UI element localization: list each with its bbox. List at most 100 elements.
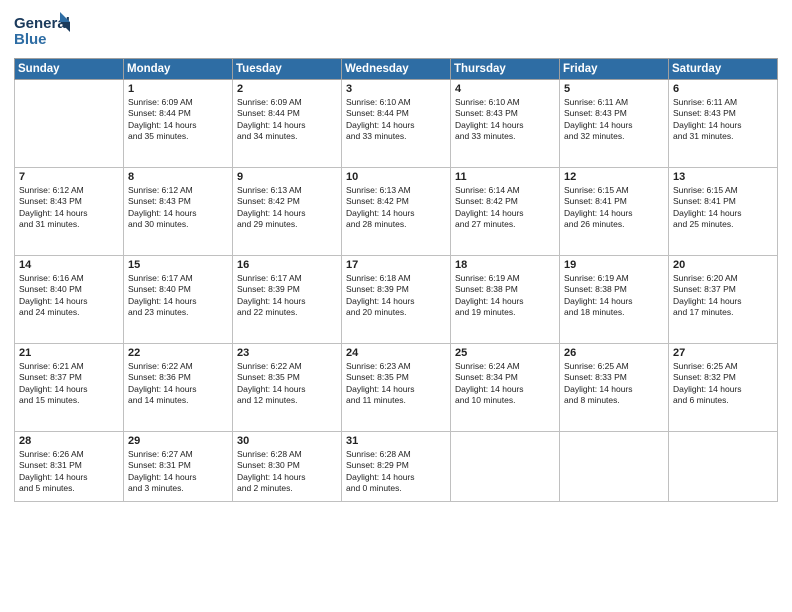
day-number: 22	[128, 347, 228, 359]
day-cell: 23Sunrise: 6:22 AMSunset: 8:35 PMDayligh…	[233, 344, 342, 432]
day-info: Sunrise: 6:13 AMSunset: 8:42 PMDaylight:…	[346, 185, 446, 231]
day-info: Sunrise: 6:13 AMSunset: 8:42 PMDaylight:…	[237, 185, 337, 231]
day-info: Sunrise: 6:21 AMSunset: 8:37 PMDaylight:…	[19, 361, 119, 407]
day-cell	[560, 432, 669, 502]
day-cell: 14 Sunrise: 6:16 AMSunset: 8:40 PMDayligh…	[15, 256, 124, 344]
logo: GeneralBlue	[14, 10, 74, 50]
day-info: Sunrise: 6:18 AMSunset: 8:39 PMDaylight:…	[346, 273, 446, 319]
day-number: 8	[128, 171, 228, 183]
svg-text:Blue: Blue	[14, 31, 47, 48]
day-cell: 17 Sunrise: 6:18 AMSunset: 8:39 PMDayligh…	[342, 256, 451, 344]
day-info: Sunrise: 6:28 AMSunset: 8:30 PMDaylight:…	[237, 449, 337, 495]
day-number: 29	[128, 435, 228, 447]
day-info: Sunrise: 6:20 AMSunset: 8:37 PMDaylight:…	[673, 273, 773, 319]
day-cell: 13 Sunrise: 6:15 AMSunset: 8:41 PMDayligh…	[669, 168, 778, 256]
calendar-page: GeneralBlue SundayMondayTuesdayWednesday…	[0, 0, 792, 612]
header: GeneralBlue	[14, 10, 778, 50]
day-info: Sunrise: 6:25 AMSunset: 8:33 PMDaylight:…	[564, 361, 664, 407]
day-number: 16	[237, 259, 337, 271]
day-info: Sunrise: 6:23 AMSunset: 8:35 PMDaylight:…	[346, 361, 446, 407]
day-number: 7	[19, 171, 119, 183]
day-info: Sunrise: 6:19 AMSunset: 8:38 PMDaylight:…	[455, 273, 555, 319]
day-number: 18	[455, 259, 555, 271]
day-cell: 19 Sunrise: 6:19 AMSunset: 8:38 PMDayligh…	[560, 256, 669, 344]
day-info: Sunrise: 6:27 AMSunset: 8:31 PMDaylight:…	[128, 449, 228, 495]
weekday-header-sunday: Sunday	[15, 59, 124, 80]
day-number: 28	[19, 435, 119, 447]
day-number: 1	[128, 83, 228, 95]
day-cell: 31 Sunrise: 6:28 AMSunset: 8:29 PMDayligh…	[342, 432, 451, 502]
logo-svg: GeneralBlue	[14, 10, 74, 50]
day-cell	[15, 80, 124, 168]
day-cell: 29 Sunrise: 6:27 AMSunset: 8:31 PMDayligh…	[124, 432, 233, 502]
day-cell: 28 Sunrise: 6:26 AMSunset: 8:31 PMDayligh…	[15, 432, 124, 502]
day-cell: 30 Sunrise: 6:28 AMSunset: 8:30 PMDayligh…	[233, 432, 342, 502]
weekday-header-row: SundayMondayTuesdayWednesdayThursdayFrid…	[15, 59, 778, 80]
day-number: 24	[346, 347, 446, 359]
day-info: Sunrise: 6:15 AMSunset: 8:41 PMDaylight:…	[673, 185, 773, 231]
day-info: Sunrise: 6:14 AMSunset: 8:42 PMDaylight:…	[455, 185, 555, 231]
weekday-header-tuesday: Tuesday	[233, 59, 342, 80]
day-cell: 6Sunrise: 6:11 AMSunset: 8:43 PMDaylight…	[669, 80, 778, 168]
day-cell: 9 Sunrise: 6:13 AMSunset: 8:42 PMDaylight…	[233, 168, 342, 256]
day-cell: 11Sunrise: 6:14 AMSunset: 8:42 PMDayligh…	[451, 168, 560, 256]
day-cell: 20 Sunrise: 6:20 AMSunset: 8:37 PMDayligh…	[669, 256, 778, 344]
day-number: 3	[346, 83, 446, 95]
day-cell: 27 Sunrise: 6:25 AMSunset: 8:32 PMDayligh…	[669, 344, 778, 432]
day-info: Sunrise: 6:19 AMSunset: 8:38 PMDaylight:…	[564, 273, 664, 319]
day-number: 14	[19, 259, 119, 271]
day-number: 12	[564, 171, 664, 183]
weekday-header-thursday: Thursday	[451, 59, 560, 80]
day-cell: 16 Sunrise: 6:17 AMSunset: 8:39 PMDayligh…	[233, 256, 342, 344]
day-info: Sunrise: 6:24 AMSunset: 8:34 PMDaylight:…	[455, 361, 555, 407]
week-row-5: 28 Sunrise: 6:26 AMSunset: 8:31 PMDayligh…	[15, 432, 778, 502]
day-info: Sunrise: 6:17 AMSunset: 8:40 PMDaylight:…	[128, 273, 228, 319]
weekday-header-monday: Monday	[124, 59, 233, 80]
day-info: Sunrise: 6:09 AMSunset: 8:44 PMDaylight:…	[237, 97, 337, 143]
day-cell: 26 Sunrise: 6:25 AMSunset: 8:33 PMDayligh…	[560, 344, 669, 432]
day-cell: 8 Sunrise: 6:12 AMSunset: 8:43 PMDaylight…	[124, 168, 233, 256]
day-cell: 25 Sunrise: 6:24 AMSunset: 8:34 PMDayligh…	[451, 344, 560, 432]
day-number: 10	[346, 171, 446, 183]
day-info: Sunrise: 6:11 AMSunset: 8:43 PMDaylight:…	[564, 97, 664, 143]
day-number: 25	[455, 347, 555, 359]
day-number: 4	[455, 83, 555, 95]
day-info: Sunrise: 6:17 AMSunset: 8:39 PMDaylight:…	[237, 273, 337, 319]
day-number: 20	[673, 259, 773, 271]
week-row-3: 14 Sunrise: 6:16 AMSunset: 8:40 PMDayligh…	[15, 256, 778, 344]
day-cell: 3 Sunrise: 6:10 AMSunset: 8:44 PMDaylight…	[342, 80, 451, 168]
day-info: Sunrise: 6:26 AMSunset: 8:31 PMDaylight:…	[19, 449, 119, 495]
day-number: 2	[237, 83, 337, 95]
day-number: 9	[237, 171, 337, 183]
day-number: 17	[346, 259, 446, 271]
day-cell: 24 Sunrise: 6:23 AMSunset: 8:35 PMDayligh…	[342, 344, 451, 432]
day-number: 19	[564, 259, 664, 271]
week-row-1: 1 Sunrise: 6:09 AMSunset: 8:44 PMDaylight…	[15, 80, 778, 168]
day-number: 15	[128, 259, 228, 271]
day-cell: 22 Sunrise: 6:22 AMSunset: 8:36 PMDayligh…	[124, 344, 233, 432]
week-row-4: 21 Sunrise: 6:21 AMSunset: 8:37 PMDayligh…	[15, 344, 778, 432]
day-info: Sunrise: 6:28 AMSunset: 8:29 PMDaylight:…	[346, 449, 446, 495]
day-info: Sunrise: 6:12 AMSunset: 8:43 PMDaylight:…	[128, 185, 228, 231]
calendar-table: SundayMondayTuesdayWednesdayThursdayFrid…	[14, 58, 778, 502]
day-number: 5	[564, 83, 664, 95]
day-number: 21	[19, 347, 119, 359]
day-cell: 1 Sunrise: 6:09 AMSunset: 8:44 PMDaylight…	[124, 80, 233, 168]
day-number: 27	[673, 347, 773, 359]
day-cell: 12Sunrise: 6:15 AMSunset: 8:41 PMDayligh…	[560, 168, 669, 256]
day-number: 23	[237, 347, 337, 359]
day-info: Sunrise: 6:12 AMSunset: 8:43 PMDaylight:…	[19, 185, 119, 231]
day-info: Sunrise: 6:10 AMSunset: 8:44 PMDaylight:…	[346, 97, 446, 143]
day-number: 31	[346, 435, 446, 447]
day-cell: 2 Sunrise: 6:09 AMSunset: 8:44 PMDaylight…	[233, 80, 342, 168]
day-number: 30	[237, 435, 337, 447]
weekday-header-friday: Friday	[560, 59, 669, 80]
day-info: Sunrise: 6:22 AMSunset: 8:36 PMDaylight:…	[128, 361, 228, 407]
day-info: Sunrise: 6:25 AMSunset: 8:32 PMDaylight:…	[673, 361, 773, 407]
day-number: 13	[673, 171, 773, 183]
day-number: 26	[564, 347, 664, 359]
day-cell: 18 Sunrise: 6:19 AMSunset: 8:38 PMDayligh…	[451, 256, 560, 344]
day-info: Sunrise: 6:16 AMSunset: 8:40 PMDaylight:…	[19, 273, 119, 319]
day-info: Sunrise: 6:09 AMSunset: 8:44 PMDaylight:…	[128, 97, 228, 143]
day-cell: 7 Sunrise: 6:12 AMSunset: 8:43 PMDaylight…	[15, 168, 124, 256]
